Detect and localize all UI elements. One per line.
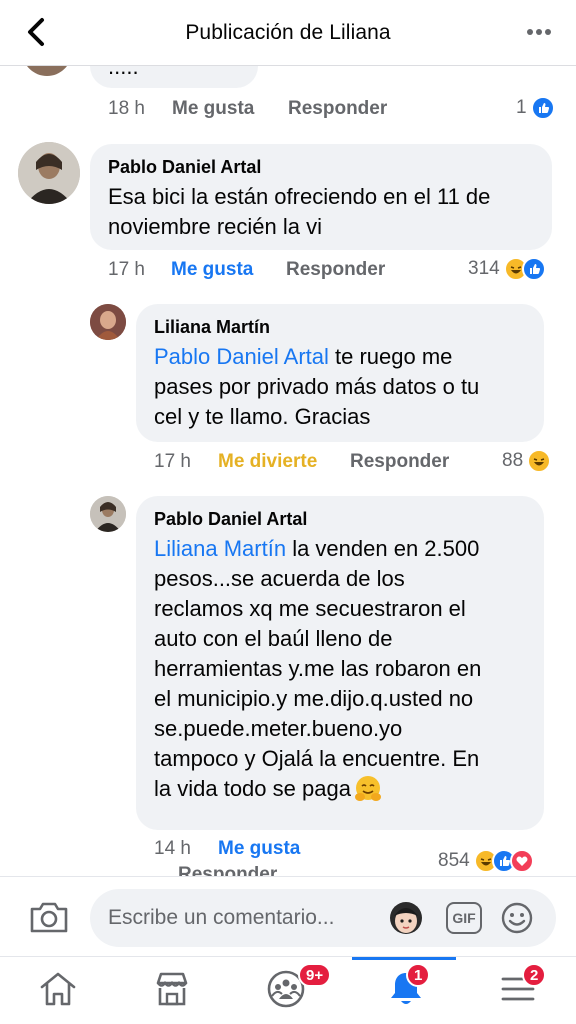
reaction-summary[interactable]: 314: [468, 257, 546, 281]
reply-button[interactable]: Responder: [350, 451, 449, 473]
avatar[interactable]: [18, 142, 80, 204]
comment-line: Liliana Martín la venden en 2.500: [154, 534, 481, 564]
comment-line-text: la vida todo se paga: [154, 776, 351, 801]
comment-time: 14 h: [154, 838, 191, 859]
tab-notifications[interactable]: 1: [376, 963, 436, 1017]
tab-home[interactable]: [28, 967, 88, 1017]
like-button[interactable]: Me gusta: [172, 98, 254, 120]
comment-bubble: Liliana Martín Pablo Daniel Artal te rue…: [136, 304, 544, 442]
comment-bubble: Pablo Daniel Artal Liliana Martín la ven…: [136, 496, 544, 830]
comment-line: herramientas y.me las robaron en: [154, 656, 482, 681]
comment-line: tampoco y Ojalá la encuentre. En: [154, 746, 480, 771]
menu-badge: 2: [522, 963, 547, 987]
reaction-summary[interactable]: 88: [502, 449, 552, 473]
active-tab-indicator: [352, 957, 456, 960]
tab-menu[interactable]: 2: [488, 963, 548, 1017]
reaction-summary[interactable]: 854: [438, 849, 534, 873]
post-header: Publicación de Liliana: [0, 0, 576, 66]
comment-text: Pablo Daniel Artal te ruego me pases por…: [154, 342, 479, 432]
reaction-count: 88: [502, 450, 524, 471]
haha-reaction-icon: [527, 449, 552, 473]
comment-line: Pablo Daniel Artal te ruego me: [154, 342, 479, 372]
back-arrow-icon[interactable]: [22, 15, 52, 49]
comment-line-text: la venden en 2.500: [286, 536, 480, 561]
comment-author[interactable]: Pablo Daniel Artal: [154, 509, 307, 530]
like-reaction-icon: [521, 257, 546, 281]
reply-button[interactable]: Responder: [288, 98, 387, 120]
comment-composer: Escribe un comentario... GIF: [0, 876, 576, 956]
comment-line: pases por privado más datos o tu: [154, 374, 480, 399]
camera-icon[interactable]: [28, 899, 70, 935]
comment-input[interactable]: Escribe un comentario... GIF: [90, 889, 556, 947]
comment-author[interactable]: Pablo Daniel Artal: [108, 157, 261, 178]
reaction-count: 314: [468, 258, 500, 279]
comment-line: Esa bici la están ofreciendo en el 11 de: [108, 184, 491, 209]
comments-feed[interactable]: ..... 18 h Me gusta Responder 1 Pablo Da…: [0, 66, 576, 876]
comment-time: 18 h: [108, 98, 145, 119]
gif-button[interactable]: GIF: [446, 902, 482, 934]
avatar-sticker-icon[interactable]: [388, 900, 424, 936]
groups-badge: 9+: [298, 963, 332, 987]
reaction-summary[interactable]: 1: [516, 96, 555, 120]
comment-line: el municipio.y me.dijo.q.usted no: [154, 686, 474, 711]
comment-line: la vida todo se paga: [154, 774, 481, 804]
comment-bubble: Pablo Daniel Artal Esa bici la están ofr…: [90, 144, 552, 250]
comment-line: noviembre recién la vi: [108, 214, 322, 239]
like-button[interactable]: Me gusta: [218, 838, 300, 860]
comment-line-text: te ruego me: [328, 344, 453, 369]
tab-marketplace[interactable]: [142, 967, 202, 1017]
notifications-badge: 1: [406, 963, 431, 987]
comment-input-placeholder: Escribe un comentario...: [108, 906, 335, 929]
hugging-face-emoji-icon: [353, 774, 383, 804]
like-button[interactable]: Me gusta: [171, 259, 253, 281]
mention-link[interactable]: Liliana Martín: [154, 536, 286, 561]
comment-bubble: .....: [90, 66, 258, 88]
comment-author[interactable]: Liliana Martín: [154, 317, 270, 338]
avatar[interactable]: [90, 304, 126, 340]
comment-time: 17 h: [108, 259, 145, 280]
emoji-icon[interactable]: [500, 901, 534, 935]
like-button[interactable]: Me divierte: [218, 451, 317, 473]
reply-button[interactable]: Responder: [286, 259, 385, 281]
more-options-icon[interactable]: [524, 22, 554, 42]
reaction-count: 1: [516, 97, 527, 118]
comment-line: reclamos xq me secuestraron el: [154, 596, 466, 621]
comment-text: Esa bici la están ofreciendo en el 11 de…: [108, 182, 490, 242]
bottom-tab-bar: 9+ 1 2: [0, 956, 576, 1024]
like-reaction-icon: [530, 96, 555, 120]
page-title: Publicación de Liliana: [185, 20, 391, 44]
avatar[interactable]: [90, 496, 126, 532]
comment-line: auto con el baúl lleno de: [154, 626, 393, 651]
comment-text: Liliana Martín la venden en 2.500 pesos.…: [154, 534, 481, 804]
comment-time: 17 h: [154, 451, 191, 472]
avatar[interactable]: [22, 66, 72, 76]
comment-text: .....: [108, 66, 139, 79]
mention-link[interactable]: Pablo Daniel Artal: [154, 344, 329, 369]
comment-line: cel y te llamo. Gracias: [154, 404, 371, 429]
love-reaction-icon: [509, 849, 534, 873]
comment-line: pesos...se acuerda de los: [154, 566, 405, 591]
reaction-count: 854: [438, 850, 470, 871]
reply-button[interactable]: Responder: [178, 864, 277, 876]
tab-groups[interactable]: 9+: [256, 963, 332, 1017]
comment-line: se.puede.meter.bueno.yo: [154, 716, 403, 741]
